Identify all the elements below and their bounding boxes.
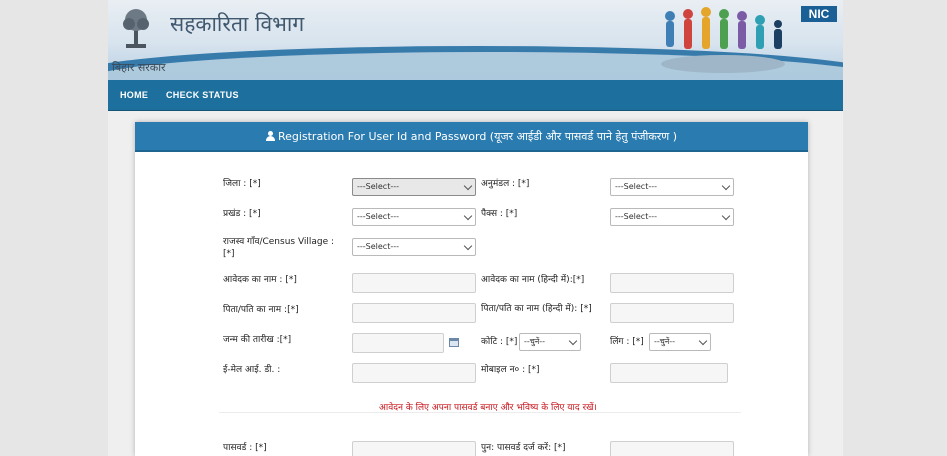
father-name-hindi-label: पिता/पति का नाम (हिन्दी में): [*]	[481, 304, 592, 314]
category-select[interactable]: --चुनें--	[519, 333, 581, 351]
email-input[interactable]	[352, 363, 476, 383]
password-label: पासवर्ड : [*]	[223, 443, 267, 453]
chevron-down-icon	[721, 181, 731, 191]
department-title: सहकारिता विभाग	[170, 12, 305, 36]
subdivision-select-value: ---Select---	[615, 182, 657, 191]
mobile-label: मोबाइल न० : [*]	[481, 365, 540, 375]
gender-select-value: --चुनें--	[654, 337, 676, 346]
registration-panel: Registration For User Id and Password (य…	[135, 122, 808, 456]
village-select-value: ---Select---	[357, 242, 399, 251]
applicant-name-input[interactable]	[352, 273, 476, 293]
mobile-input[interactable]	[610, 363, 728, 383]
nav-home[interactable]: HOME	[120, 90, 148, 100]
nav-check-status[interactable]: CHECK STATUS	[166, 90, 239, 100]
applicant-name-hindi-input[interactable]	[610, 273, 734, 293]
confirm-password-input[interactable]	[610, 441, 734, 456]
calendar-icon[interactable]	[449, 338, 459, 347]
gender-label: लिंग : [*]	[610, 337, 644, 347]
father-name-label: पिता/पति का नाम :[*]	[223, 305, 299, 315]
password-input[interactable]	[352, 441, 476, 456]
subdivision-select[interactable]: ---Select---	[610, 178, 734, 196]
chevron-down-icon	[568, 336, 578, 346]
user-icon	[265, 131, 275, 141]
header-banner: सहकारिता विभाग बिहार सरकार NIC	[108, 0, 843, 80]
divider	[219, 412, 741, 413]
pacs-label: पैक्स : [*]	[481, 209, 518, 219]
chevron-down-icon	[463, 241, 473, 251]
district-select-value: ---Select---	[357, 182, 399, 191]
village-label: राजस्व गाँव/Census Village :[*]	[223, 237, 335, 259]
pacs-select-value: ---Select---	[615, 212, 657, 221]
block-select-value: ---Select---	[357, 212, 399, 221]
chevron-down-icon	[463, 181, 473, 191]
applicant-name-hindi-label: आवेदक का नाम (हिन्दी में):[*]	[481, 275, 585, 285]
father-name-hindi-input[interactable]	[610, 303, 734, 323]
subdivision-label: अनुमंडल : [*]	[481, 179, 530, 189]
chevron-down-icon	[721, 211, 731, 221]
tree-emblem-icon	[123, 9, 149, 48]
email-label: ई-मेल आई. डी. :	[223, 365, 281, 375]
father-name-input[interactable]	[352, 303, 476, 323]
confirm-password-label: पुन: पासवर्ड दर्ज करें: [*]	[481, 443, 566, 453]
applicant-name-label: आवेदक का नाम : [*]	[223, 275, 297, 285]
chevron-down-icon	[698, 336, 708, 346]
gender-select[interactable]: --चुनें--	[649, 333, 711, 351]
panel-title: Registration For User Id and Password (य…	[277, 130, 678, 143]
district-label: जिला : [*]	[223, 179, 261, 189]
chevron-down-icon	[463, 211, 473, 221]
dob-input[interactable]	[352, 333, 444, 353]
category-label: कोटि : [*]	[481, 337, 518, 347]
block-select[interactable]: ---Select---	[352, 208, 476, 226]
government-label: बिहार सरकार	[112, 61, 166, 74]
page-wrapper: सहकारिता विभाग बिहार सरकार NIC HOME CHEC…	[108, 0, 843, 456]
block-label: प्रखंड : [*]	[223, 209, 261, 219]
nav-bar: HOME CHECK STATUS	[108, 80, 843, 111]
district-select[interactable]: ---Select---	[352, 178, 476, 196]
people-montage-icon	[661, 7, 785, 73]
category-select-value: --चुनें--	[524, 337, 546, 346]
pacs-select[interactable]: ---Select---	[610, 208, 734, 226]
dob-label: जन्म की तारीख :[*]	[223, 335, 292, 345]
nic-logo: NIC	[801, 6, 837, 22]
village-select[interactable]: ---Select---	[352, 238, 476, 256]
panel-header: Registration For User Id and Password (य…	[135, 122, 808, 152]
